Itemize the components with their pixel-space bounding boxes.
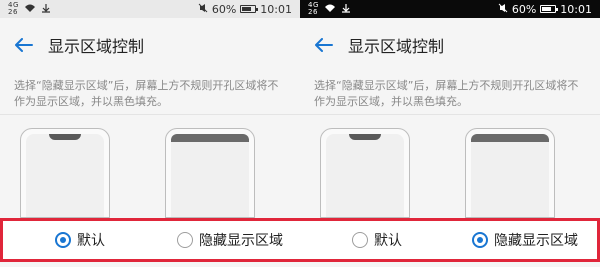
battery-icon: [240, 5, 259, 13]
description-text: 选择“隐藏显示区域”后，屏幕上方不规则开孔区域将不作为显示区域，并以黑色填充。: [314, 79, 579, 108]
phone-screen: [26, 134, 104, 217]
radio-checked-icon[interactable]: [55, 232, 71, 248]
clock: 10:01: [560, 2, 592, 16]
option-label: 默认: [77, 233, 105, 249]
phone-preview-notch[interactable]: [320, 128, 410, 218]
option-label: 隐藏显示区域: [494, 233, 578, 249]
wifi-icon: [324, 3, 336, 16]
phone-preview-notch[interactable]: [20, 128, 110, 218]
radio-checked-icon[interactable]: [472, 232, 488, 248]
app-header: 显示区域控制: [0, 18, 300, 72]
download-icon: [41, 3, 51, 16]
signal-text: 4G 26: [8, 1, 19, 16]
option-hide-area[interactable]: 隐藏显示区域: [472, 221, 578, 259]
download-icon: [341, 3, 351, 16]
phone-preview-hidden[interactable]: [165, 128, 255, 218]
screenshot-stage: 4G 26 60% 10:01 显示区域控制 选择“隐藏显示区域”后，屏幕上方不…: [0, 0, 600, 267]
radio-unchecked-icon[interactable]: [352, 232, 368, 248]
status-right-icons: 60% 10:01: [198, 3, 292, 16]
back-button[interactable]: [314, 35, 334, 55]
battery-percent: 60%: [511, 2, 537, 16]
options-highlight-box: 默认 隐藏显示区域 默认 隐藏显示区域: [0, 218, 600, 262]
phone-screen: [171, 134, 249, 217]
description-text: 选择“隐藏显示区域”后，屏幕上方不规则开孔区域将不作为显示区域，并以黑色填充。: [14, 79, 279, 108]
page-title: 显示区域控制: [348, 37, 445, 56]
radio-unchecked-icon[interactable]: [177, 232, 193, 248]
clock: 10:01: [260, 2, 292, 16]
mute-icon: [498, 3, 508, 16]
back-arrow-icon: [315, 38, 333, 52]
page-title: 显示区域控制: [48, 37, 145, 56]
wifi-icon: [24, 3, 36, 16]
left-option-group: 默认 隐藏显示区域: [3, 221, 300, 259]
status-left-icons: 4G 26: [8, 2, 51, 16]
phone-preview-hidden[interactable]: [465, 128, 555, 218]
phone-screen: [326, 134, 404, 217]
status-left-icons: 4G 26: [308, 2, 351, 16]
divider: [300, 114, 600, 115]
signal-text: 4G 26: [308, 1, 319, 16]
mute-icon: [198, 3, 208, 16]
status-right-icons: 60% 10:01: [498, 3, 592, 16]
back-arrow-icon: [15, 38, 33, 52]
battery-percent: 60%: [211, 2, 237, 16]
right-option-group: 默认 隐藏显示区域: [300, 221, 597, 259]
back-button[interactable]: [14, 35, 34, 55]
battery-icon: [540, 5, 559, 13]
option-label: 默认: [374, 233, 402, 249]
status-bar: 4G 26 60% 10:01: [300, 0, 600, 18]
option-label: 隐藏显示区域: [199, 233, 283, 249]
phone-screen: [471, 134, 549, 217]
option-default[interactable]: 默认: [352, 221, 402, 259]
option-hide-area[interactable]: 隐藏显示区域: [177, 221, 283, 259]
status-bar: 4G 26 60% 10:01: [0, 0, 300, 18]
divider: [0, 114, 300, 115]
app-header: 显示区域控制: [300, 18, 600, 72]
option-default[interactable]: 默认: [55, 221, 105, 259]
